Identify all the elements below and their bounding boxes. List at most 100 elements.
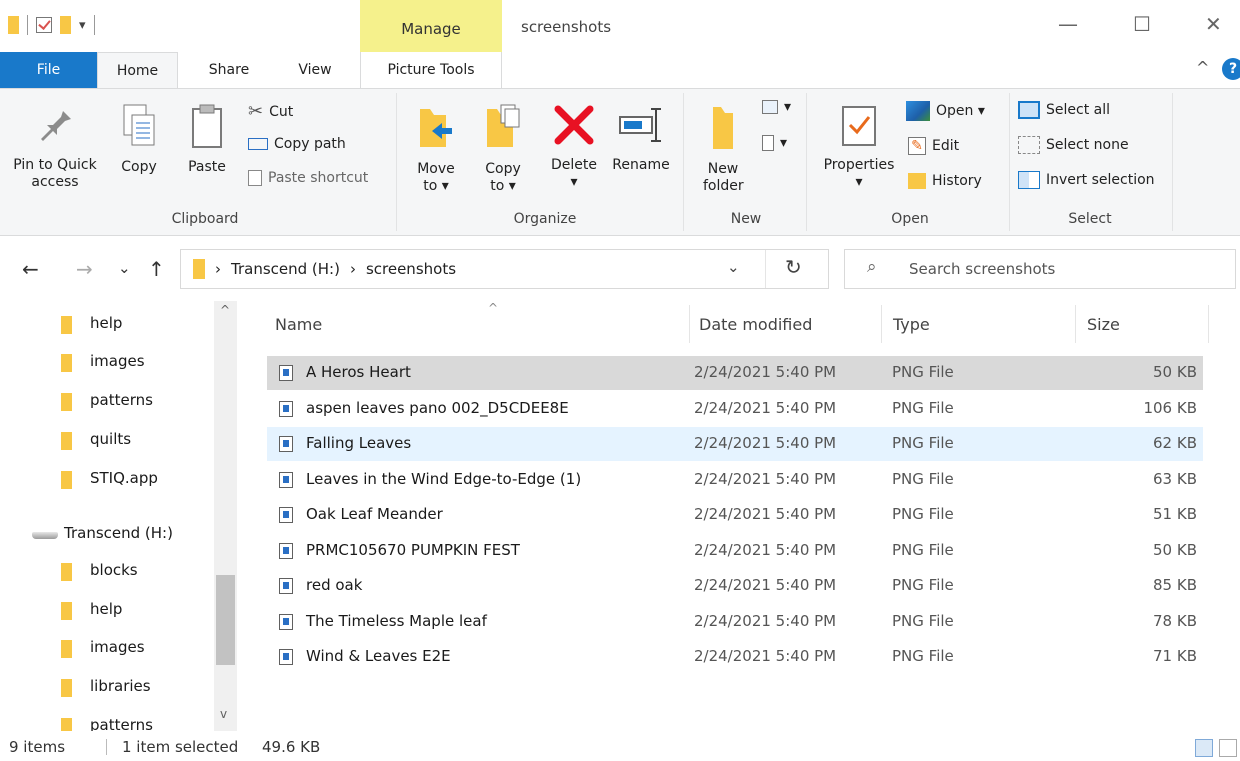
scroll-down-arrow[interactable]: v — [220, 707, 227, 721]
address-dropdown[interactable]: ⌄ — [727, 258, 740, 276]
breadcrumb-separator[interactable]: › — [350, 260, 356, 278]
delete-button[interactable]: Delete ▾ — [546, 103, 602, 191]
column-header-type-label: Type — [893, 315, 930, 334]
file-size: 50 KB — [1153, 540, 1197, 559]
collapse-ribbon-icon[interactable]: ^ — [1196, 58, 1209, 77]
new-item-dropdown: ▾ — [784, 99, 792, 115]
scroll-up-arrow[interactable]: ^ — [220, 303, 230, 317]
nav-item-folder[interactable]: patterns — [0, 707, 214, 731]
nav-item-folder[interactable]: help — [0, 305, 214, 343]
file-row[interactable]: The Timeless Maple leaf 2/24/2021 5:40 PM… — [267, 605, 1203, 639]
column-header-date[interactable]: Date modified — [689, 301, 879, 347]
details-view-icon[interactable] — [1195, 739, 1213, 757]
delete-dropdown[interactable]: ▾ — [546, 174, 602, 191]
file-name: A Heros Heart — [306, 363, 411, 381]
file-row[interactable]: aspen leaves pano 002_D5CDEE8E 2/24/2021 … — [267, 392, 1203, 426]
address-bar[interactable]: › Transcend (H:) › screenshots ⌄ ↻ — [180, 249, 829, 289]
new-item-button[interactable]: ▾ — [762, 99, 791, 115]
file-type: PNG File — [892, 576, 954, 594]
large-icons-view-icon[interactable] — [1219, 739, 1237, 757]
paste-shortcut-button[interactable]: Paste shortcut — [248, 170, 368, 186]
help-icon[interactable]: ? — [1222, 58, 1240, 80]
address-separator — [765, 250, 766, 288]
forward-button[interactable]: → — [76, 257, 93, 281]
file-row[interactable]: red oak 2/24/2021 5:40 PM PNG File 85 KB — [267, 569, 1203, 603]
navigation-pane: help images patterns quilts STIQ.app Transcen… — [0, 301, 237, 731]
tab-picture-tools[interactable]: Picture Tools — [360, 52, 502, 88]
manage-context-tab[interactable]: Manage — [360, 0, 502, 52]
select-all-button[interactable]: Select all — [1018, 101, 1110, 119]
copy-to-button[interactable]: Copy to ▾ — [470, 101, 536, 195]
copy-button[interactable]: Copy — [114, 103, 164, 176]
maximize-button[interactable]: ☐ — [1133, 12, 1151, 36]
file-date: 2/24/2021 5:40 PM — [694, 540, 837, 559]
nav-item-folder[interactable]: images — [0, 629, 214, 667]
copy-path-button[interactable]: Copy path — [248, 136, 346, 152]
properties-dropdown[interactable]: ▾ — [816, 174, 902, 191]
file-type: PNG File — [892, 505, 954, 523]
column-header-type[interactable]: Type — [881, 301, 1073, 347]
edit-button[interactable]: ✎ Edit — [908, 137, 959, 155]
new-folder-button[interactable]: New folder — [688, 103, 758, 195]
nav-pane-scrollbar[interactable]: ^ v — [214, 301, 237, 731]
easy-access-dropdown: ▾ — [780, 135, 788, 151]
file-name: red oak — [306, 576, 363, 594]
refresh-button[interactable]: ↻ — [785, 255, 802, 279]
file-row[interactable]: Oak Leaf Meander 2/24/2021 5:40 PM PNG Fil… — [267, 498, 1203, 532]
file-row[interactable]: PRMC105670 PUMPKIN FEST 2/24/2021 5:40 PM… — [267, 534, 1203, 568]
nav-item-folder[interactable]: quilts — [0, 421, 214, 459]
nav-item-folder[interactable]: blocks — [0, 552, 214, 590]
file-type: PNG File — [892, 647, 954, 665]
easy-access-button[interactable]: ▾ — [762, 135, 787, 151]
tab-view[interactable]: View — [285, 52, 345, 88]
nav-item-folder[interactable]: STIQ.app — [0, 460, 214, 498]
column-header-size[interactable]: Size — [1075, 301, 1209, 347]
column-divider[interactable] — [881, 305, 882, 343]
column-header-name[interactable]: Name ^ — [267, 301, 687, 347]
column-divider[interactable] — [689, 305, 690, 343]
tab-file[interactable]: File — [0, 52, 97, 88]
column-divider[interactable] — [1208, 305, 1209, 343]
history-button[interactable]: History — [908, 173, 982, 189]
rename-button[interactable]: Rename — [608, 103, 674, 174]
minimize-button[interactable]: — — [1058, 12, 1078, 36]
nav-item-folder[interactable]: images — [0, 343, 214, 381]
column-divider[interactable] — [1075, 305, 1076, 343]
recent-locations-dropdown[interactable]: ⌄ — [118, 259, 131, 277]
scroll-thumb[interactable] — [216, 575, 235, 665]
new-folder-icon[interactable] — [60, 16, 71, 34]
nav-item-folder[interactable]: patterns — [0, 382, 214, 420]
invert-selection-button[interactable]: Invert selection — [1018, 171, 1155, 189]
up-button[interactable]: ↑ — [148, 257, 165, 281]
organize-group-label: Organize — [513, 211, 577, 227]
cut-button[interactable]: ✂ Cut — [248, 101, 293, 122]
file-row[interactable]: A Heros Heart 2/24/2021 5:40 PM PNG File 50… — [267, 356, 1203, 390]
pin-icon — [41, 107, 71, 141]
file-date: 2/24/2021 5:40 PM — [694, 469, 837, 488]
open-button[interactable]: Open ▾ — [906, 101, 985, 121]
close-button[interactable]: ✕ — [1205, 12, 1222, 36]
file-row[interactable]: Leaves in the Wind Edge-to-Edge (1) 2/24/… — [267, 463, 1203, 497]
file-type: PNG File — [892, 434, 954, 452]
properties-button[interactable]: Properties ▾ — [816, 103, 902, 191]
tab-share[interactable]: Share — [194, 52, 264, 88]
file-row[interactable]: Wind & Leaves E2E 2/24/2021 5:40 PM PNG Fi… — [267, 640, 1203, 674]
breadcrumb-separator[interactable]: › — [215, 260, 221, 278]
pin-to-quick-access-button[interactable]: Pin to Quick access — [0, 103, 110, 191]
nav-item-folder[interactable]: libraries — [0, 668, 214, 706]
properties-check-icon[interactable] — [36, 17, 52, 33]
nav-item-drive[interactable]: Transcend (H:) — [0, 515, 214, 553]
easy-access-icon — [762, 135, 774, 151]
select-none-button[interactable]: Select none — [1018, 136, 1129, 154]
file-row[interactable]: Falling Leaves 2/24/2021 5:40 PM PNG File 6… — [267, 427, 1203, 461]
nav-item-folder[interactable]: help — [0, 591, 214, 629]
breadcrumb-drive[interactable]: Transcend (H:) — [231, 260, 340, 278]
tab-home[interactable]: Home — [97, 52, 178, 89]
paste-button[interactable]: Paste — [180, 103, 234, 176]
back-button[interactable]: ← — [22, 257, 39, 281]
search-box[interactable]: ⌕ Search screenshots — [844, 249, 1236, 289]
breadcrumb-folder[interactable]: screenshots — [366, 260, 456, 278]
customize-toolbar-dropdown[interactable]: ▾ — [79, 18, 86, 33]
new-item-icon — [762, 100, 778, 114]
move-to-button[interactable]: Move to ▾ — [404, 101, 468, 195]
